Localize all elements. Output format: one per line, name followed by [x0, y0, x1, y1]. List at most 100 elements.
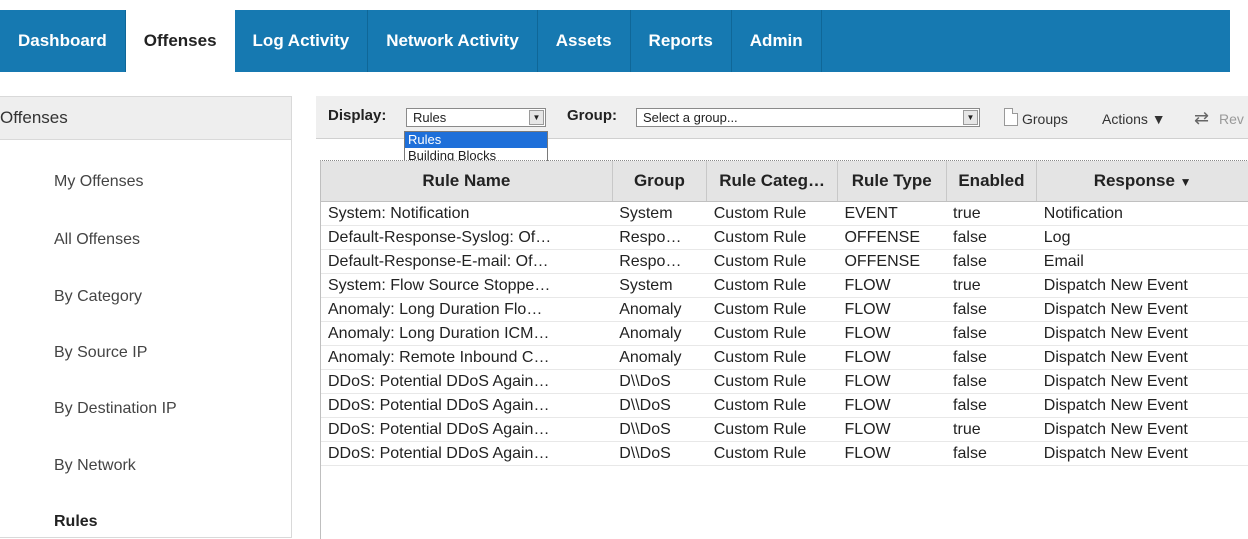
- cell-response: Dispatch New Event: [1036, 369, 1248, 394]
- column-group[interactable]: Group: [612, 161, 708, 202]
- cell-rule-name: DDoS: Potential DDoS Again…: [321, 441, 613, 466]
- cell-response: Dispatch New Event: [1036, 273, 1248, 298]
- cell-enabled: true: [946, 273, 1037, 298]
- cell-response: Dispatch New Event: [1036, 345, 1248, 370]
- cell-group: D\\DoS: [612, 417, 707, 442]
- sidebar-item-by-category[interactable]: By Category: [54, 288, 142, 306]
- cell-rule-type: FLOW: [837, 345, 947, 370]
- sidebar-item-all-offenses[interactable]: All Offenses: [54, 231, 140, 249]
- tab-log-activity[interactable]: Log Activity: [235, 10, 369, 72]
- column-rule-name[interactable]: Rule Name: [321, 161, 613, 202]
- actions-menu[interactable]: Actions ▼: [1102, 111, 1166, 127]
- cell-group: D\\DoS: [612, 369, 707, 394]
- table-row[interactable]: DDoS: Potential DDoS Again… D\\DoS Custom …: [321, 393, 1248, 418]
- cell-rule-category: Custom Rule: [706, 201, 838, 226]
- sidebar-title: Offenses: [0, 97, 291, 140]
- sidebar: Offenses: [0, 96, 292, 538]
- table-row[interactable]: DDoS: Potential DDoS Again… D\\DoS Custom …: [321, 417, 1248, 442]
- tab-assets[interactable]: Assets: [538, 10, 631, 72]
- groups-button[interactable]: Groups: [1022, 111, 1068, 127]
- tab-dashboard[interactable]: Dashboard: [0, 10, 126, 72]
- column-response[interactable]: Response ▼: [1036, 161, 1248, 202]
- cell-rule-name: Anomaly: Long Duration ICM…: [321, 321, 613, 346]
- cell-rule-name: Anomaly: Long Duration Flo…: [321, 297, 613, 322]
- cell-rule-type: FLOW: [837, 417, 947, 442]
- cell-rule-category: Custom Rule: [706, 225, 838, 250]
- rev-button[interactable]: Rev: [1219, 111, 1244, 127]
- table-row[interactable]: DDoS: Potential DDoS Again… D\\DoS Custom …: [321, 369, 1248, 394]
- sidebar-item-by-network[interactable]: By Network: [54, 457, 136, 475]
- cell-rule-category: Custom Rule: [706, 417, 838, 442]
- table-row[interactable]: Anomaly: Long Duration ICM… Anomaly Custom…: [321, 321, 1248, 346]
- cell-group: D\\DoS: [612, 441, 707, 466]
- cell-rule-type: FLOW: [837, 321, 947, 346]
- tab-admin[interactable]: Admin: [732, 10, 822, 72]
- cell-enabled: false: [946, 369, 1037, 394]
- sidebar-item-my-offenses[interactable]: My Offenses: [54, 173, 144, 191]
- cell-rule-name: DDoS: Potential DDoS Again…: [321, 393, 613, 418]
- rules-table-container: Rule Name Group Rule Categ… Rule Type En…: [320, 160, 1248, 539]
- cell-rule-category: Custom Rule: [706, 297, 838, 322]
- cell-rule-type: FLOW: [837, 297, 947, 322]
- cell-rule-category: Custom Rule: [706, 321, 838, 346]
- cell-response: Notification: [1036, 201, 1248, 226]
- cell-enabled: true: [946, 201, 1037, 226]
- column-rule-category[interactable]: Rule Categ…: [706, 161, 838, 202]
- tab-offenses[interactable]: Offenses: [125, 10, 235, 72]
- cell-rule-type: OFFENSE: [837, 249, 947, 274]
- tab-reports[interactable]: Reports: [631, 10, 732, 72]
- dropdown-option-rules[interactable]: Rules: [405, 132, 547, 148]
- display-select-value: Rules: [413, 110, 447, 125]
- cell-enabled: false: [946, 393, 1037, 418]
- cell-rule-category: Custom Rule: [706, 345, 838, 370]
- table-row[interactable]: System: Flow Source Stoppe… System Custom …: [321, 273, 1248, 298]
- cell-rule-name: DDoS: Potential DDoS Again…: [321, 417, 613, 442]
- column-rule-type[interactable]: Rule Type: [837, 161, 947, 202]
- cell-response: Email: [1036, 249, 1248, 274]
- chevron-down-icon[interactable]: ▼: [529, 110, 544, 125]
- refresh-icon[interactable]: ⇄: [1194, 108, 1209, 129]
- table-row[interactable]: Anomaly: Long Duration Flo… Anomaly Custom…: [321, 297, 1248, 322]
- cell-enabled: false: [946, 321, 1037, 346]
- cell-group: System: [612, 201, 707, 226]
- cell-response: Dispatch New Event: [1036, 417, 1248, 442]
- cell-rule-type: FLOW: [837, 369, 947, 394]
- column-response-label: Response: [1093, 171, 1175, 190]
- sort-desc-icon: ▼: [1179, 175, 1192, 189]
- cell-group: Anomaly: [612, 321, 707, 346]
- chevron-down-icon[interactable]: ▼: [963, 110, 978, 125]
- table-row[interactable]: Default-Response-E-mail: Of… Respo… Custom…: [321, 249, 1248, 274]
- cell-rule-name: Default-Response-Syslog: Of…: [321, 225, 613, 250]
- cell-group: D\\DoS: [612, 393, 707, 418]
- document-icon[interactable]: [1004, 108, 1018, 126]
- cell-rule-category: Custom Rule: [706, 273, 838, 298]
- cell-enabled: false: [946, 249, 1037, 274]
- cell-rule-type: OFFENSE: [837, 225, 947, 250]
- cell-enabled: false: [946, 297, 1037, 322]
- cell-rule-name: System: Notification: [321, 201, 613, 226]
- cell-group: Anomaly: [612, 297, 707, 322]
- column-enabled[interactable]: Enabled: [946, 161, 1038, 202]
- table-row[interactable]: DDoS: Potential DDoS Again… D\\DoS Custom …: [321, 441, 1248, 466]
- display-select[interactable]: Rules ▼: [406, 108, 546, 127]
- display-label: Display:: [328, 107, 387, 124]
- cell-group: Respo…: [612, 225, 707, 250]
- table-row[interactable]: System: Notification System Custom Rule EVE…: [321, 201, 1248, 226]
- cell-group: System: [612, 273, 707, 298]
- sidebar-item-rules[interactable]: Rules: [54, 513, 98, 531]
- cell-response: Log: [1036, 225, 1248, 250]
- table-row[interactable]: Anomaly: Remote Inbound C… Anomaly Custom …: [321, 345, 1248, 370]
- cell-response: Dispatch New Event: [1036, 297, 1248, 322]
- top-navigation: Dashboard Offenses Log Activity Network …: [0, 0, 1248, 72]
- sidebar-item-by-source-ip[interactable]: By Source IP: [54, 344, 147, 362]
- sidebar-item-by-destination-ip[interactable]: By Destination IP: [54, 400, 177, 418]
- cell-response: Dispatch New Event: [1036, 393, 1248, 418]
- group-select[interactable]: Select a group... ▼: [636, 108, 980, 127]
- cell-rule-category: Custom Rule: [706, 393, 838, 418]
- table-row[interactable]: Default-Response-Syslog: Of… Respo… Custom…: [321, 225, 1248, 250]
- tab-network-activity[interactable]: Network Activity: [368, 10, 538, 72]
- cell-rule-name: Default-Response-E-mail: Of…: [321, 249, 613, 274]
- group-label: Group:: [567, 107, 617, 124]
- group-select-placeholder: Select a group...: [643, 110, 738, 125]
- cell-response: Dispatch New Event: [1036, 441, 1248, 466]
